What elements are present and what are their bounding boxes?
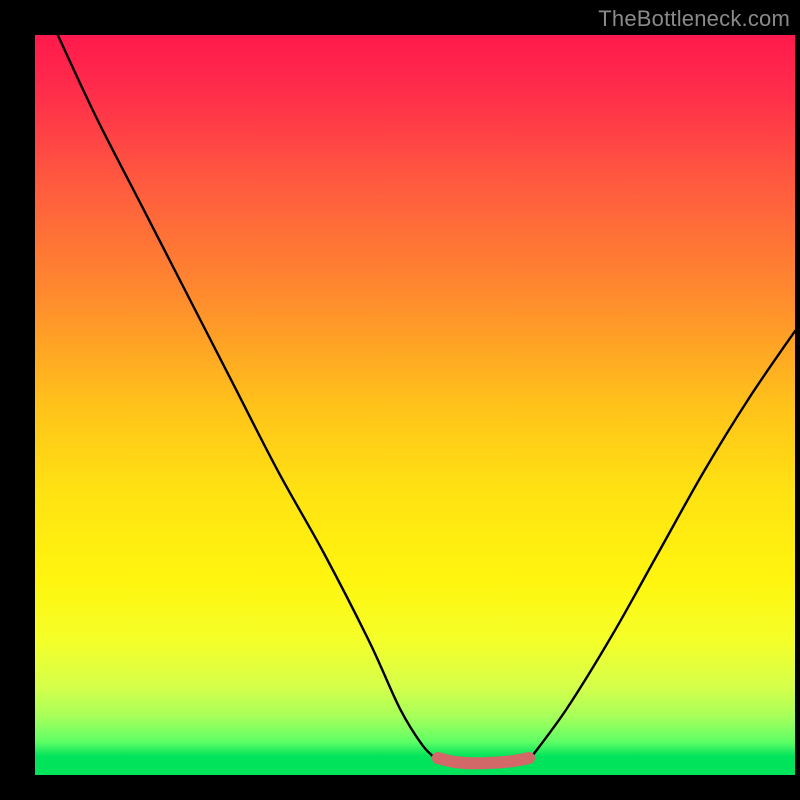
low-band-highlight [438, 758, 529, 763]
plot-area [35, 35, 795, 775]
curve-left [58, 35, 438, 760]
curve-layer [35, 35, 795, 775]
chart-frame: TheBottleneck.com [0, 0, 800, 800]
watermark-text: TheBottleneck.com [598, 6, 790, 32]
curve-right [529, 331, 795, 760]
